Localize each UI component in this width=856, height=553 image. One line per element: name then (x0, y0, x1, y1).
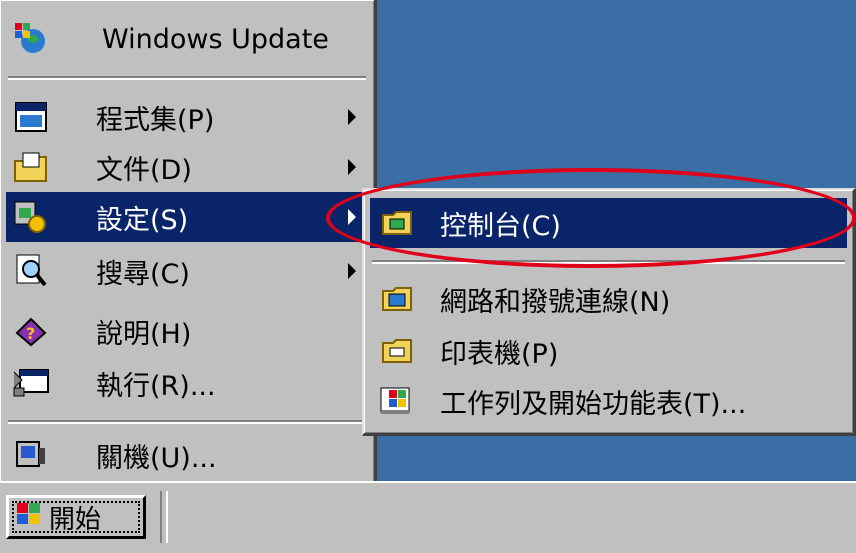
search-icon (10, 251, 52, 291)
printer-icon (376, 331, 418, 371)
submenu-arrow-icon (348, 159, 356, 175)
menu-item-label: 搜尋(C) (96, 258, 190, 290)
menu-separator (8, 420, 366, 424)
settings-icon (10, 197, 52, 237)
run-icon (10, 363, 52, 403)
menu-item-shutdown[interactable]: 關機(U)... (6, 430, 368, 480)
taskbar-icon (376, 381, 418, 421)
shutdown-icon (10, 435, 52, 475)
submenu-item-label: 網路和撥號連線(N) (440, 286, 671, 318)
control-panel-icon (376, 203, 418, 243)
network-icon (376, 279, 418, 319)
menu-item-help[interactable]: ? 說明(H) (6, 306, 368, 356)
menu-separator (372, 260, 845, 264)
menu-item-programs[interactable]: 程式集(P) (6, 92, 368, 142)
menu-item-label: 文件(D) (96, 154, 192, 186)
documents-icon (10, 147, 52, 187)
taskbar: 開始 (0, 481, 856, 553)
submenu-item-printers[interactable]: 印表機(P) (370, 326, 847, 376)
submenu-item-label: 控制台(C) (440, 210, 561, 242)
menu-item-label: 設定(S) (96, 204, 189, 236)
submenu-item-label: 工作列及開始功能表(T)... (440, 388, 747, 420)
menu-item-label: 關機(U)... (96, 442, 217, 474)
submenu-arrow-icon (348, 263, 356, 279)
menu-item-label: Windows Update (102, 23, 329, 55)
menu-item-label: 說明(H) (96, 318, 192, 350)
windows-logo-icon (15, 501, 43, 534)
settings-submenu: 控制台(C) 網路和撥號連線(N) 印表機(P) 工作列及開始功能表(T)... (362, 188, 856, 436)
submenu-item-control-panel[interactable]: 控制台(C) (370, 198, 847, 248)
menu-item-run[interactable]: 執行(R)... (6, 358, 368, 408)
submenu-item-network[interactable]: 網路和撥號連線(N) (370, 274, 847, 324)
taskbar-separator (160, 491, 168, 543)
start-button-label: 開始 (49, 504, 102, 535)
menu-item-label: 執行(R)... (96, 370, 216, 402)
start-button[interactable]: 開始 (6, 495, 146, 539)
menu-item-label: 程式集(P) (96, 104, 215, 136)
submenu-item-label: 印表機(P) (440, 338, 559, 370)
windows-update-icon (10, 19, 52, 59)
svg-text:?: ? (26, 324, 35, 343)
submenu-arrow-icon (348, 209, 356, 225)
menu-item-settings[interactable]: 設定(S) (6, 192, 368, 242)
menu-item-windows-update[interactable]: Windows Update (6, 14, 368, 64)
menu-item-search[interactable]: 搜尋(C) (6, 246, 368, 296)
submenu-arrow-icon (348, 109, 356, 125)
programs-icon (10, 97, 52, 137)
submenu-item-taskbar[interactable]: 工作列及開始功能表(T)... (370, 376, 847, 426)
menu-item-documents[interactable]: 文件(D) (6, 142, 368, 192)
start-menu: Windows Update 程式集(P) 文件(D) 設定(S) 搜尋(C) … (0, 0, 377, 486)
help-icon: ? (10, 311, 52, 351)
menu-separator (8, 76, 366, 80)
